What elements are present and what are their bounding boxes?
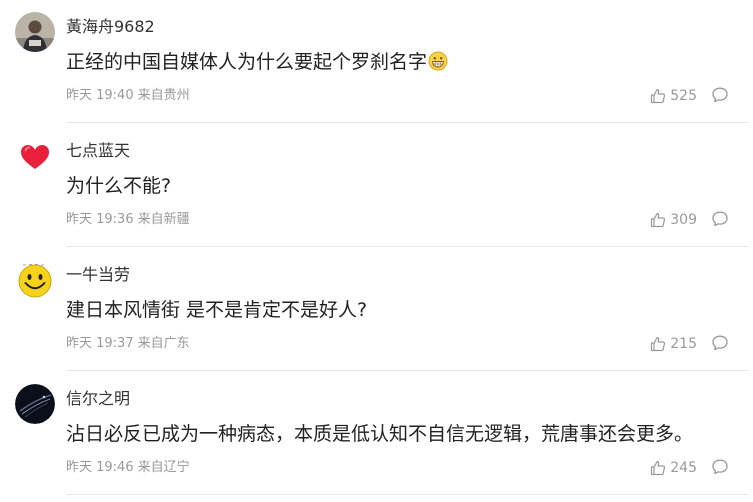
- username[interactable]: 一牛当劳: [66, 264, 130, 286]
- comment-text: 正经的中国自媒体人为什么要起个罗刹名字: [66, 48, 448, 79]
- thumbs-up-icon: [650, 212, 666, 228]
- comment-location: 来自辽宁: [137, 460, 190, 475]
- comment-item: 一牛当劳 建日本风情街 是不是肯定不是好人? 昨天 19:37 来自广东 215: [0, 248, 753, 371]
- divider: [66, 370, 749, 371]
- comment-meta: 昨天 19:40 来自贵州: [66, 86, 190, 106]
- username[interactable]: 七点蓝天: [66, 140, 130, 162]
- dark-orbit-icon: [15, 384, 55, 424]
- red-heart-icon: [15, 136, 55, 176]
- person-photo-icon: [15, 12, 55, 52]
- comment-bubble-icon: [711, 458, 731, 476]
- comment-bubble-icon: [711, 334, 731, 352]
- username[interactable]: 黃海舟9682: [66, 16, 155, 38]
- avatar[interactable]: [15, 136, 55, 176]
- comment-bubble-icon: [711, 86, 731, 104]
- like-button[interactable]: 245: [650, 458, 697, 478]
- like-count: 245: [670, 460, 697, 476]
- comment-location: 来自广东: [137, 336, 190, 351]
- divider: [66, 246, 749, 247]
- like-button[interactable]: 215: [650, 334, 697, 354]
- comment-meta: 昨天 19:46 来自辽宁: [66, 458, 190, 478]
- comment-meta: 昨天 19:36 来自新疆: [66, 210, 190, 230]
- comment-item: 七点蓝天 为什么不能? 昨天 19:36 来自新疆 309: [0, 124, 753, 247]
- comment-text: 沾日必反已成为一种病态，本质是低认知不自信无逻辑，荒唐事还会更多。: [66, 423, 694, 445]
- reply-button[interactable]: [711, 86, 731, 106]
- like-button[interactable]: 525: [650, 86, 697, 106]
- comment-time: 昨天 19:40: [66, 88, 134, 103]
- comment-bubble-icon: [711, 210, 731, 228]
- avatar[interactable]: [15, 260, 55, 300]
- thumbs-up-icon: [650, 460, 666, 476]
- avatar[interactable]: [15, 384, 55, 424]
- like-count: 309: [670, 212, 697, 228]
- comment-time: 昨天 19:37: [66, 336, 134, 351]
- reply-button[interactable]: [711, 458, 731, 478]
- comment-text-body: 正经的中国自媒体人为什么要起个罗刹名字: [66, 51, 428, 73]
- divider: [66, 494, 749, 495]
- like-button[interactable]: 309: [650, 210, 697, 230]
- comment-time: 昨天 19:46: [66, 460, 134, 475]
- like-count: 215: [670, 336, 697, 352]
- thumbs-up-icon: [650, 336, 666, 352]
- comment-location: 来自新疆: [137, 212, 190, 227]
- like-count: 525: [670, 88, 697, 104]
- reply-button[interactable]: [711, 210, 731, 230]
- avatar[interactable]: [15, 12, 55, 52]
- username[interactable]: 信尔之明: [66, 388, 130, 410]
- divider: [66, 122, 749, 123]
- comment-list: 黃海舟9682 正经的中国自媒体人为什么要起个罗刹名字 昨天 19:40 来自贵州…: [0, 0, 753, 502]
- comment-location: 来自贵州: [137, 88, 190, 103]
- reply-button[interactable]: [711, 334, 731, 354]
- comment-item: 信尔之明 沾日必反已成为一种病态，本质是低认知不自信无逻辑，荒唐事还会更多。 昨…: [0, 372, 753, 495]
- comment-item: 黃海舟9682 正经的中国自媒体人为什么要起个罗刹名字 昨天 19:40 来自贵州…: [0, 0, 753, 123]
- smiley-face-icon: [15, 260, 55, 300]
- comment-time: 昨天 19:36: [66, 212, 134, 227]
- thumbs-up-icon: [650, 88, 666, 104]
- comment-text: 为什么不能?: [66, 175, 172, 197]
- comment-text: 建日本风情街 是不是肯定不是好人?: [66, 299, 368, 321]
- comment-meta: 昨天 19:37 来自广东: [66, 334, 190, 354]
- grinning-face-emoji-icon: [428, 51, 448, 79]
